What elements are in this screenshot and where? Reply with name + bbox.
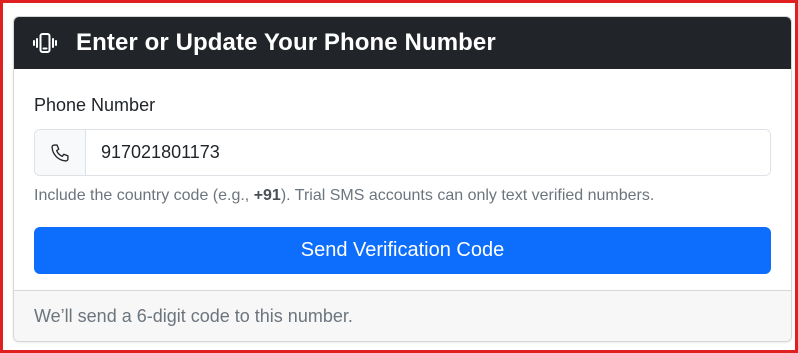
phone-vibrate-icon <box>32 30 58 56</box>
screenshot-frame: Enter or Update Your Phone Number Phone … <box>0 0 798 353</box>
phone-input-group: 917021801173 <box>34 129 771 176</box>
phone-number-input[interactable]: 917021801173 <box>86 130 770 175</box>
help-suffix: ). Trial SMS accounts can only text veri… <box>280 187 655 204</box>
card-header: Enter or Update Your Phone Number <box>14 17 791 69</box>
phone-icon <box>35 130 86 175</box>
help-country-code: +91 <box>253 187 281 204</box>
help-prefix: Include the country code (e.g., <box>34 187 254 204</box>
card-body: Phone Number 917021801173 Include the co… <box>14 69 791 274</box>
card-footer: We’ll send a 6-digit code to this number… <box>14 290 791 341</box>
page-title: Enter or Update Your Phone Number <box>76 29 496 56</box>
phone-number-label: Phone Number <box>34 95 156 115</box>
phone-card: Enter or Update Your Phone Number Phone … <box>13 16 792 342</box>
phone-help-text: Include the country code (e.g., +91). Tr… <box>34 184 771 208</box>
send-verification-code-button[interactable]: Send Verification Code <box>34 227 771 274</box>
